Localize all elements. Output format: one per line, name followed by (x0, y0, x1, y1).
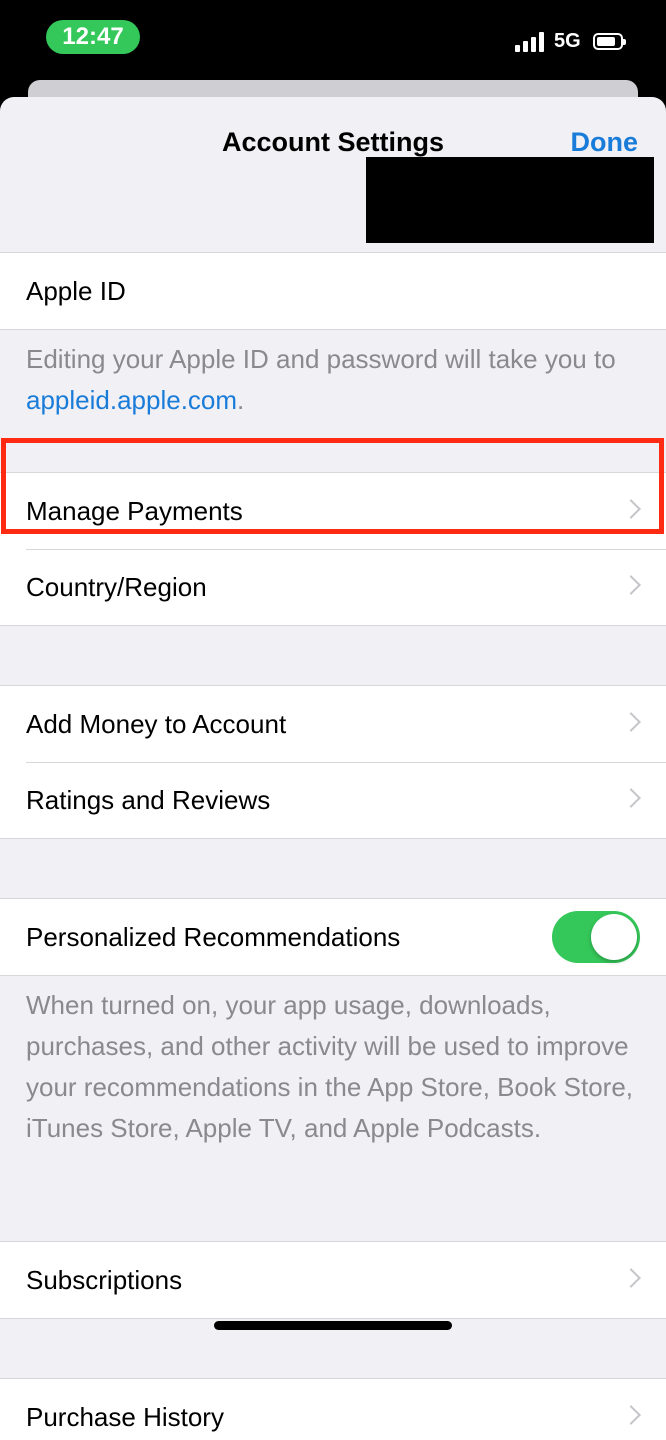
account-settings-sheet: Account Settings Done Apple ID Editing y… (0, 97, 666, 1440)
purchase-history-row[interactable]: Purchase History (0, 1379, 666, 1440)
appleid-link[interactable]: appleid.apple.com (26, 385, 237, 415)
page-title: Account Settings (221, 127, 444, 157)
subscriptions-row[interactable]: Subscriptions (0, 1242, 666, 1318)
personalized-recommendations-toggle[interactable] (552, 911, 640, 963)
apple-id-group: Apple ID (0, 252, 666, 330)
done-button[interactable]: Done (571, 127, 639, 158)
chevron-right-icon (621, 1405, 641, 1425)
purchase-history-label: Purchase History (26, 1402, 224, 1432)
status-bar: 12:47 5G (0, 0, 666, 80)
chevron-right-icon (621, 712, 641, 732)
country-region-label: Country/Region (26, 572, 207, 602)
battery-icon (593, 33, 626, 50)
chevron-right-icon (621, 1268, 641, 1288)
network-type: 5G (554, 30, 581, 52)
personalized-footnote: When turned on, your app usage, download… (26, 990, 634, 1143)
ratings-reviews-row[interactable]: Ratings and Reviews (0, 762, 666, 838)
add-money-row[interactable]: Add Money to Account (0, 686, 666, 762)
redacted-apple-id (366, 157, 654, 243)
apple-id-footnote: Editing your Apple ID and password will … (26, 344, 616, 415)
country-region-row[interactable]: Country/Region (0, 549, 666, 625)
cellular-signal-icon (515, 32, 547, 52)
purchase-history-group: Purchase History (0, 1378, 666, 1440)
ratings-reviews-label: Ratings and Reviews (26, 785, 271, 815)
chevron-right-icon (621, 575, 641, 595)
apple-id-label: Apple ID (26, 276, 126, 306)
account-group: Add Money to Account Ratings and Reviews (0, 685, 666, 839)
home-indicator[interactable] (214, 1321, 452, 1330)
chevron-right-icon (621, 788, 641, 808)
personalized-recommendations-label: Personalized Recommendations (26, 922, 401, 952)
status-time: 12:47 (46, 20, 140, 54)
subscriptions-label: Subscriptions (26, 1265, 183, 1295)
personalized-recommendations-row: Personalized Recommendations (0, 899, 666, 975)
subscriptions-group: Subscriptions (0, 1241, 666, 1319)
apple-id-row[interactable]: Apple ID (0, 253, 666, 329)
personalized-group: Personalized Recommendations (0, 898, 666, 976)
highlight-annotation (1, 438, 664, 534)
add-money-label: Add Money to Account (26, 709, 287, 739)
